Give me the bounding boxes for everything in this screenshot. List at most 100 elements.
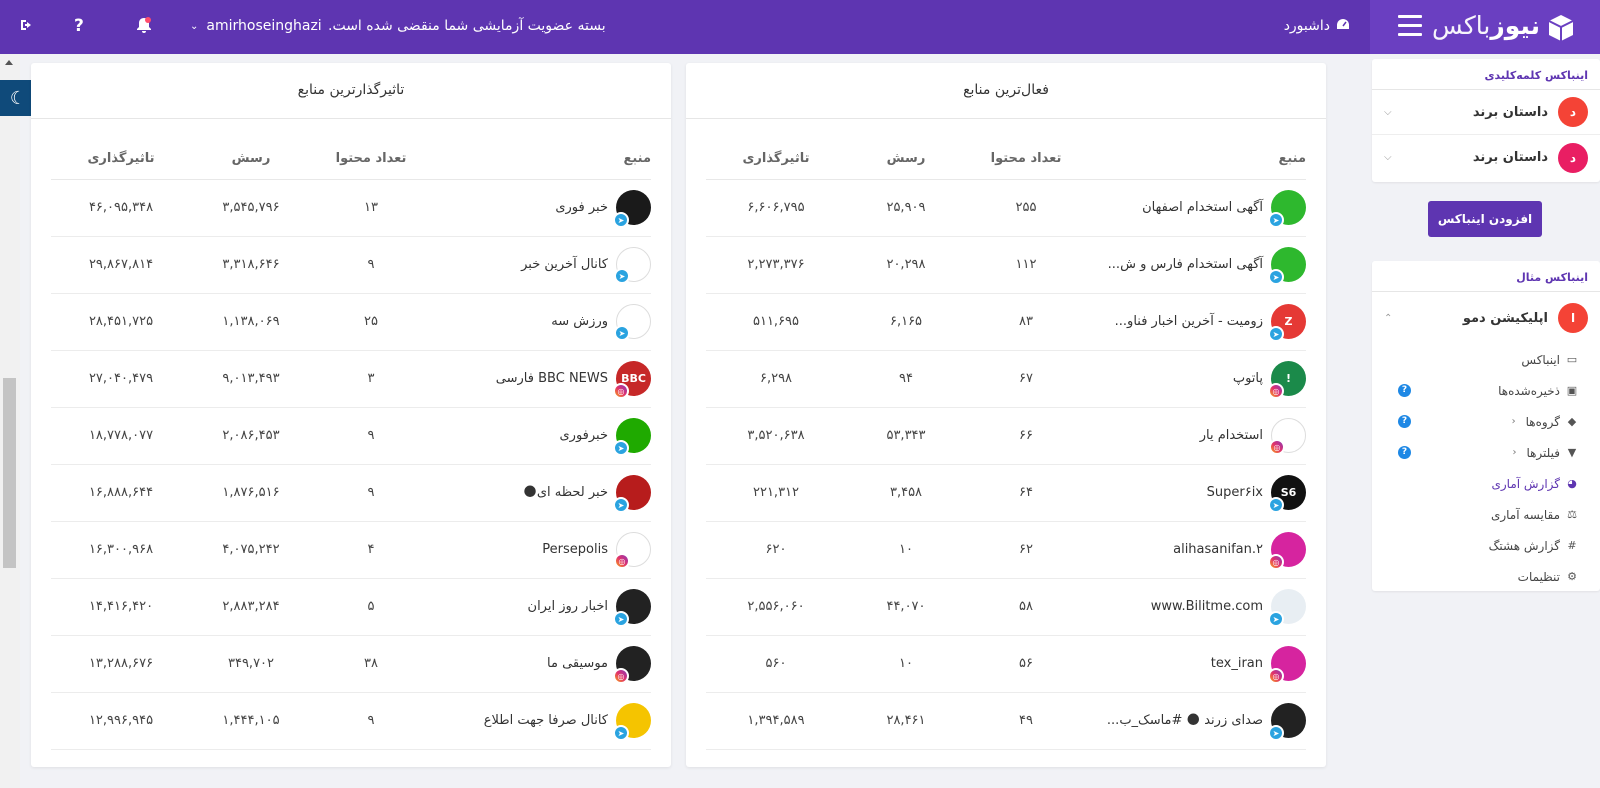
source-name[interactable]: زومیت - آخرین اخبار فناو... (1115, 314, 1263, 329)
table-row[interactable]: Z ➤ زومیت - آخرین اخبار فناو... ۸۳ ۶,۱۶۵… (706, 293, 1306, 351)
page-scrollbar[interactable] (0, 54, 20, 788)
notification-bell-icon[interactable] (136, 17, 151, 33)
source-name[interactable]: www.Bilitme.com (1151, 599, 1263, 614)
source-name[interactable]: اخبار روز ایران (528, 599, 608, 614)
table-row[interactable]: ◎ Persepolis ۴ ۴,۰۷۵,۲۴۲ ۱۶,۳۰۰,۹۶۸ (51, 521, 651, 579)
table-row[interactable]: S6 ➤ Super۶ix ۶۴ ۳,۴۵۸ ۲۲۱,۳۱۲ (706, 464, 1306, 522)
menu-item[interactable]: ◆ گروه‌ها ‹ ? (1372, 406, 1600, 437)
source-avatar[interactable]: BBC ◎ (613, 361, 651, 399)
source-avatar[interactable]: ➤ (613, 589, 651, 627)
source-name[interactable]: Persepolis (542, 542, 608, 557)
menu-item[interactable]: ⚖ مقایسه آماری (1372, 499, 1600, 530)
table-row[interactable]: ➤ www.Bilitme.com ۵۸ ۴۴,۰۷۰ ۲,۵۵۶,۰۶۰ (706, 578, 1306, 636)
source-avatar[interactable]: S6 ➤ (1268, 475, 1306, 513)
source-name[interactable]: BBC NEWS فارسی (496, 371, 608, 386)
keyword-inbox-item[interactable]: د داستان برند ⌵ (1372, 135, 1600, 180)
source-name[interactable]: کانال صرفا جهت اطلاع (484, 713, 608, 728)
source-avatar[interactable]: ◎ (1269, 418, 1306, 455)
keyword-inbox-item[interactable]: د داستان برند ⌵ (1372, 90, 1600, 135)
dashboard-link[interactable]: داشبورد (1284, 18, 1350, 34)
menu-item[interactable]: # گزارش هشتگ (1372, 530, 1600, 561)
source-avatar[interactable]: ➤ (1268, 247, 1306, 285)
chevron-down-icon[interactable]: ⌵ (1384, 152, 1392, 163)
source-name[interactable]: alihasanifan.۲ (1173, 542, 1263, 557)
table-row[interactable]: ➤ ورزش سه ۲۵ ۱,۱۳۸,۰۶۹ ۲۸,۴۵۱,۷۲۵ (51, 293, 651, 351)
source-avatar[interactable]: ◎ (1268, 532, 1306, 570)
table-row[interactable]: ➤ اخبار روز ایران ۵ ۲,۸۸۳,۲۸۴ ۱۴,۴۱۶,۴۲۰ (51, 578, 651, 636)
source-avatar[interactable]: ➤ (613, 190, 651, 228)
source-name[interactable]: کانال آخرین خبر (521, 257, 608, 272)
table-row[interactable]: ! ◎ پاتوپ ۶۷ ۹۴ ۶,۲۹۸ (706, 350, 1306, 408)
column-header-count[interactable]: تعداد محتوا (311, 139, 431, 180)
menu-item[interactable]: ◕ گزارش آماری (1372, 468, 1600, 499)
table-row[interactable]: ➤ کانال صرفا جهت اطلاع ۹ ۱,۴۴۴,۱۰۵ ۱۲,۹۹… (51, 692, 651, 750)
column-header-impact[interactable]: تاثیرگذاری (706, 139, 846, 180)
source-avatar[interactable]: ➤ (1268, 703, 1306, 741)
scroll-up-icon[interactable] (5, 60, 13, 65)
source-name[interactable]: صدای زرند 🌑 #ماسک_ب... (1107, 713, 1263, 728)
table-row[interactable]: ➤ آگهی استخدام اصفهان ۲۵۵ ۲۵,۹۰۹ ۶,۶۰۶,۷… (706, 179, 1306, 237)
source-avatar[interactable]: ➤ (613, 475, 651, 513)
table-row[interactable]: ➤ کانال آخرین خبر ۹ ۳,۳۱۸,۶۴۶ ۲۹,۸۶۷,۸۱۴ (51, 236, 651, 294)
scrollbar-thumb[interactable] (3, 378, 16, 568)
source-name[interactable]: پاتوپ (1233, 371, 1263, 386)
table-row[interactable]: ◎ alihasanifan.۲ ۶۲ ۱۰ ۶۲۰ (706, 521, 1306, 579)
add-inbox-button[interactable]: افزودن اینباکس (1428, 201, 1542, 237)
source-name[interactable]: tex_iran (1211, 656, 1263, 671)
source-name[interactable]: خبر لحظه ای🌑 (523, 485, 608, 500)
source-avatar[interactable]: ◎ (613, 646, 651, 684)
menu-item[interactable]: ⚙ تنظیمات (1372, 561, 1600, 592)
table-row[interactable]: ➤ آگهی استخدام فارس و ش... ۱۱۲ ۲۰,۲۹۸ ۲,… (706, 236, 1306, 294)
column-header-source[interactable]: منبع (431, 139, 651, 180)
source-name[interactable]: خبرفوری (559, 428, 608, 443)
source-name[interactable]: Super۶ix (1207, 485, 1263, 500)
help-icon[interactable]: ? (1398, 415, 1411, 428)
menu-item[interactable]: ▣ ذخیره‌شده‌ها ? (1372, 375, 1600, 406)
menu-item[interactable]: ▭ اینباکس (1372, 344, 1600, 375)
source-avatar[interactable]: ➤ (613, 418, 651, 456)
content-count: ۴ (311, 521, 431, 579)
source-name[interactable]: آگهی استخدام فارس و ش... (1108, 257, 1263, 272)
logout-icon[interactable] (20, 17, 34, 37)
source-name[interactable]: موسیقی ما (547, 656, 608, 671)
column-header-count[interactable]: تعداد محتوا (966, 139, 1086, 180)
column-header-impact[interactable]: تاثیرگذاری (51, 139, 191, 180)
source-avatar[interactable]: ➤ (613, 703, 651, 741)
menu-item[interactable]: ▼ فیلترها ‹ ? (1372, 437, 1600, 468)
menu-item-label: مقایسه آماری (1490, 507, 1560, 522)
table-row[interactable]: ◎ موسیقی ما ۳۸ ۳۴۹,۷۰۲ ۱۳,۲۸۸,۶۷۶ (51, 635, 651, 693)
source-name[interactable]: آگهی استخدام اصفهان (1142, 200, 1263, 215)
source-avatar[interactable]: ◎ (614, 532, 651, 569)
source-name[interactable]: استخدام یار (1200, 428, 1263, 443)
source-avatar[interactable]: ! ◎ (1268, 361, 1306, 399)
source-avatar[interactable]: ➤ (614, 247, 651, 284)
source-avatar[interactable]: Z ➤ (1268, 304, 1306, 342)
chevron-left-icon[interactable]: ‹ (1512, 447, 1516, 458)
chevron-down-icon[interactable]: ⌵ (1384, 107, 1392, 118)
help-icon[interactable]: ? (1398, 384, 1411, 397)
table-row[interactable]: ➤ خبر لحظه ای🌑 ۹ ۱,۸۷۶,۵۱۶ ۱۶,۸۸۸,۶۴۴ (51, 464, 651, 522)
source-avatar[interactable]: ➤ (1268, 589, 1306, 627)
column-header-reach[interactable]: رسش (191, 139, 311, 180)
table-row[interactable]: ◎ tex_iran ۵۶ ۱۰ ۵۶۰ (706, 635, 1306, 693)
source-avatar[interactable]: ➤ (1268, 190, 1306, 228)
hamburger-menu-icon[interactable] (1398, 15, 1422, 37)
help-icon[interactable]: ? (74, 16, 84, 36)
column-header-source[interactable]: منبع (1086, 139, 1306, 180)
source-avatar[interactable]: ➤ (614, 304, 651, 341)
source-cell: ➤ آگهی استخدام فارس و ش... (1086, 236, 1306, 294)
table-row[interactable]: ➤ خبر فوری ۱۳ ۳,۵۴۵,۷۹۶ ۴۶,۰۹۵,۳۴۸ (51, 179, 651, 237)
demo-app-item[interactable]: ا اپلیکیشن دمو ⌃ (1372, 292, 1600, 344)
chevron-up-icon[interactable]: ⌃ (1384, 313, 1392, 324)
table-row[interactable]: ➤ صدای زرند 🌑 #ماسک_ب... ۴۹ ۲۸,۴۶۱ ۱,۳۹۴… (706, 692, 1306, 750)
help-icon[interactable]: ? (1398, 446, 1411, 459)
table-row[interactable]: ◎ استخدام یار ۶۶ ۵۳,۳۴۳ ۳,۵۲۰,۶۳۸ (706, 407, 1306, 465)
table-row[interactable]: BBC ◎ BBC NEWS فارسی ۳ ۹,۰۱۳,۴۹۳ ۲۷,۰۴۰,… (51, 350, 651, 408)
source-avatar[interactable]: ◎ (1268, 646, 1306, 684)
chevron-left-icon[interactable]: ‹ (1512, 416, 1516, 427)
table-row[interactable]: ➤ خبرفوری ۹ ۲,۰۸۶,۴۵۳ ۱۸,۷۷۸,۰۷۷ (51, 407, 651, 465)
user-menu[interactable]: ⌄ amirhoseinghazi (190, 18, 322, 34)
source-name[interactable]: خبر فوری (555, 200, 608, 215)
source-name[interactable]: ورزش سه (551, 314, 608, 329)
column-header-reach[interactable]: رسش (846, 139, 966, 180)
